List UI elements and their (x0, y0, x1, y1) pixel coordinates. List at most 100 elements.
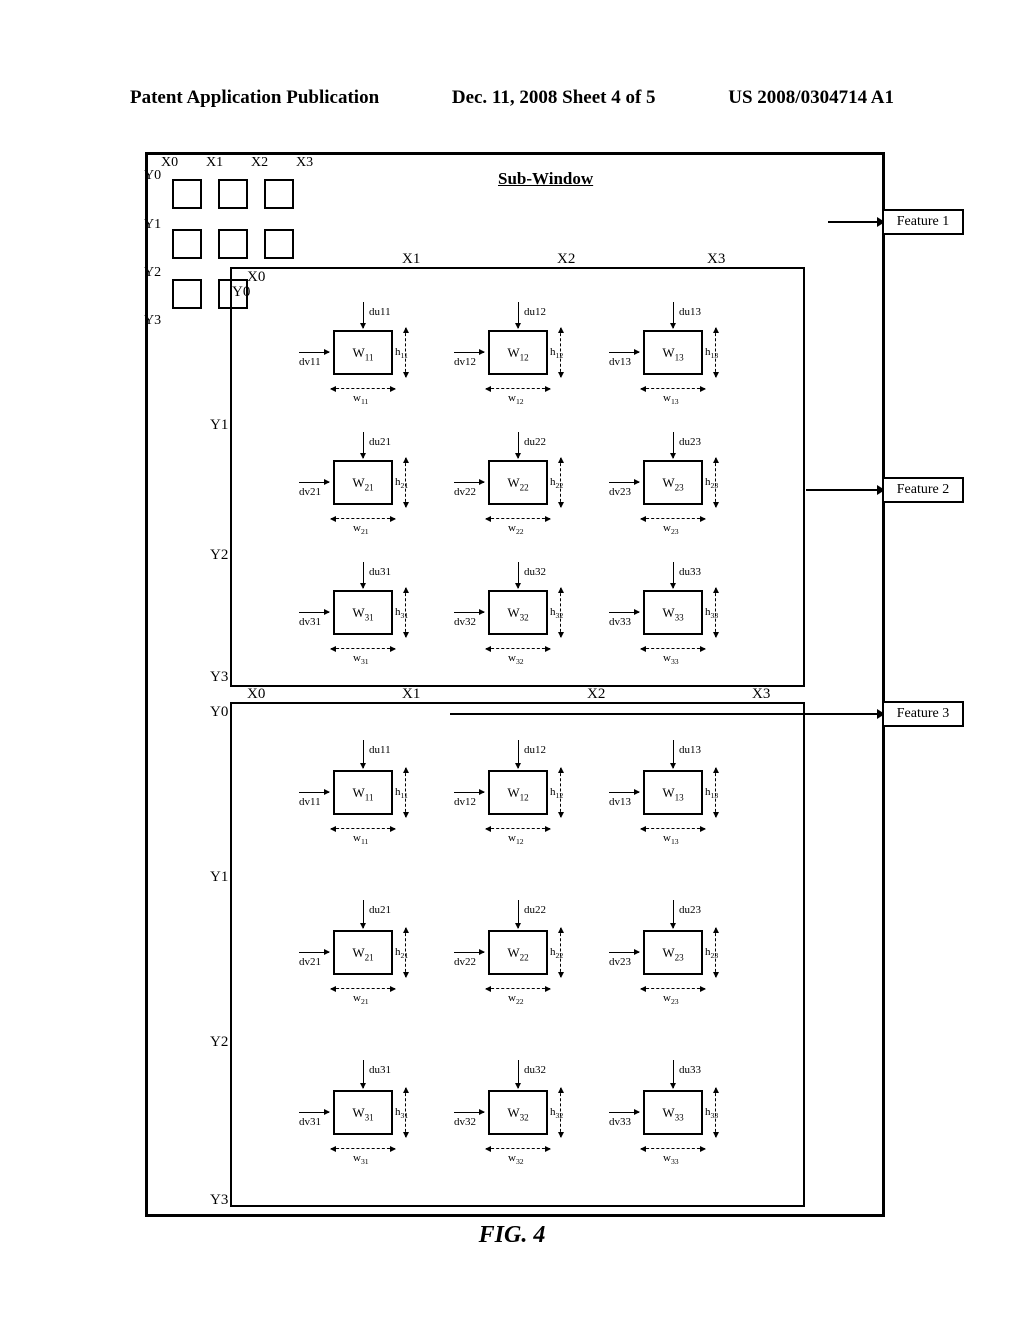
p2-dv22: dv22 (454, 486, 476, 498)
p3-wlbl31: w31 (353, 1152, 369, 1166)
p2-dv-arrow11 (299, 352, 329, 353)
sc12 (218, 179, 248, 209)
p2-du-arrow33 (673, 562, 674, 588)
p2-w23: W23 (643, 460, 703, 505)
p3-y3: Y3 (210, 1192, 228, 1209)
p2-wlbl32: w32 (508, 652, 524, 666)
p3-w33: W33 (643, 1090, 703, 1135)
p3-wlbl33: w33 (663, 1152, 679, 1166)
p3-w11: W11 (333, 770, 393, 815)
p3-du33: du33 (679, 1064, 701, 1076)
p3-h22: h22 (550, 946, 563, 960)
header-right: US 2008/0304714 A1 (728, 87, 894, 109)
sx2: X2 (251, 155, 268, 171)
sc21 (172, 229, 202, 259)
p3-w-arrow11 (331, 828, 395, 829)
p2-w33: W33 (643, 590, 703, 635)
p2-w-arrow32 (486, 648, 550, 649)
p2-dv-arrow22 (454, 482, 484, 483)
header-center: Dec. 11, 2008 Sheet 4 of 5 (452, 87, 656, 109)
p2-x2: X2 (557, 251, 575, 268)
p2-w-arrow23 (641, 518, 705, 519)
p2-wlbl21: w21 (353, 522, 369, 536)
p2-du-arrow22 (518, 432, 519, 458)
p2-dv23: dv23 (609, 486, 631, 498)
p3-wlbl22: w22 (508, 992, 524, 1006)
p3-w-arrow13 (641, 828, 705, 829)
p3-dv22: dv22 (454, 956, 476, 968)
p2-dv11: dv11 (299, 356, 321, 368)
p2-w-arrow31 (331, 648, 395, 649)
p2-w-arrow21 (331, 518, 395, 519)
p3-du-arrow13 (673, 740, 674, 768)
p2-h13: h13 (705, 346, 718, 360)
p3-du-arrow22 (518, 900, 519, 928)
subwindow-title: Sub-Window (498, 169, 593, 189)
p2-du13: du13 (679, 306, 701, 318)
p3-x0: X0 (247, 686, 265, 703)
p3-h12: h12 (550, 786, 563, 800)
p2-h32: h32 (550, 606, 563, 620)
p2-du-arrow11 (363, 302, 364, 328)
p2-w32: W32 (488, 590, 548, 635)
p3-w21: W21 (333, 930, 393, 975)
p2-dv32: dv32 (454, 616, 476, 628)
p3-dv-arrow21 (299, 952, 329, 953)
p2-w-arrow11 (331, 388, 395, 389)
p3-dv-arrow11 (299, 792, 329, 793)
p2-dv12: dv12 (454, 356, 476, 368)
p3-dv33: dv33 (609, 1116, 631, 1128)
p2-w13: W13 (643, 330, 703, 375)
feature2-arrow (806, 489, 884, 491)
sc22 (218, 229, 248, 259)
p3-wlbl32: w32 (508, 1152, 524, 1166)
p3-w31: W31 (333, 1090, 393, 1135)
p2-w-arrow13 (641, 388, 705, 389)
p3-dv12: dv12 (454, 796, 476, 808)
p2-w-arrow22 (486, 518, 550, 519)
p2-wlbl31: w31 (353, 652, 369, 666)
p3-h11: h11 (395, 786, 408, 800)
p3-y2: Y2 (210, 1034, 228, 1051)
p3-wlbl12: w12 (508, 832, 524, 846)
p2-du-arrow23 (673, 432, 674, 458)
p2-w22: W22 (488, 460, 548, 505)
p2-du-arrow31 (363, 562, 364, 588)
p2-w11: W11 (333, 330, 393, 375)
p2-dv-arrow13 (609, 352, 639, 353)
p2-dv-arrow31 (299, 612, 329, 613)
sc31 (172, 279, 202, 309)
p2-h11: h11 (395, 346, 408, 360)
p3-du21: du21 (369, 904, 391, 916)
p2-x3: X3 (707, 251, 725, 268)
p3-du-arrow32 (518, 1060, 519, 1088)
p2-dv13: dv13 (609, 356, 631, 368)
p2-dv33: dv33 (609, 616, 631, 628)
p3-du23: du23 (679, 904, 701, 916)
p3-x1: X1 (402, 686, 420, 703)
p2-du33: du33 (679, 566, 701, 578)
p2-y1: Y1 (210, 417, 228, 434)
p2-wlbl12: w12 (508, 392, 524, 406)
p3-h23: h23 (705, 946, 718, 960)
p3-y0: Y0 (210, 704, 228, 721)
p2-du-arrow13 (673, 302, 674, 328)
p3-wlbl21: w21 (353, 992, 369, 1006)
p3-wlbl23: w23 (663, 992, 679, 1006)
p3-w12: W12 (488, 770, 548, 815)
feature2-label: Feature 2 (882, 477, 964, 503)
p2-du21: du21 (369, 436, 391, 448)
p2-w12: W12 (488, 330, 548, 375)
p3-w-arrow31 (331, 1148, 395, 1149)
sx3: X3 (296, 155, 313, 171)
p3-du-arrow23 (673, 900, 674, 928)
p3-w-arrow32 (486, 1148, 550, 1149)
p2-du22: du22 (524, 436, 546, 448)
p2-du23: du23 (679, 436, 701, 448)
p3-dv-arrow12 (454, 792, 484, 793)
p2-y3: Y3 (210, 669, 228, 686)
p2-wlbl23: w23 (663, 522, 679, 536)
p2-dv-arrow33 (609, 612, 639, 613)
p3-dv-arrow23 (609, 952, 639, 953)
p3-dv23: dv23 (609, 956, 631, 968)
